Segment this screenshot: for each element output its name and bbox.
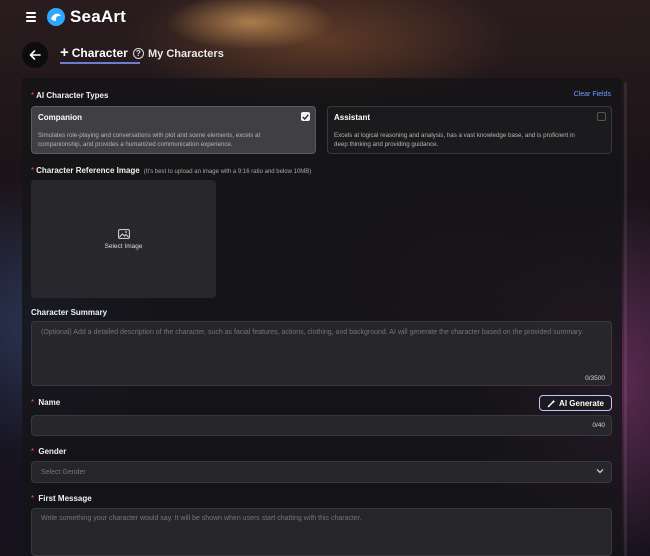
name-label: * Name	[31, 398, 61, 407]
tab-my-characters[interactable]: My Characters	[148, 48, 224, 60]
logo[interactable]: SeaArt	[46, 7, 126, 27]
select-image-label: Select Image	[104, 242, 143, 250]
type-option-companion[interactable]: Companion Simulates role-playing and con…	[31, 106, 316, 154]
image-icon	[117, 228, 130, 239]
app-name: SeaArt	[70, 7, 127, 26]
gender-placeholder: Select Gender	[41, 469, 86, 476]
summary-counter: 0/3500	[585, 375, 605, 382]
required-mark: *	[31, 166, 35, 175]
type-option-assistant[interactable]: Assistant Excels at logical reasoning an…	[327, 106, 612, 154]
ai-generate-button[interactable]: AI Generate	[539, 395, 612, 411]
check-icon[interactable]	[301, 112, 310, 121]
summary-placeholder: (Optional) Add a detailed description of…	[41, 329, 584, 336]
type-option-title: Assistant	[334, 113, 371, 122]
type-option-desc: Simulates role-playing and conversations…	[38, 132, 261, 148]
help-icon[interactable]: ?	[132, 47, 144, 59]
summary-textarea[interactable]: (Optional) Add a detailed description of…	[31, 321, 612, 386]
checkbox-empty[interactable]	[597, 112, 606, 121]
required-mark: *	[31, 494, 35, 503]
page-tabs: + Character ? My Characters	[22, 40, 242, 70]
required-mark: *	[31, 398, 35, 407]
menu-icon[interactable]	[26, 12, 36, 22]
seaart-logo-icon	[47, 8, 65, 26]
reference-label: * Character Reference Image (It's best to …	[31, 166, 312, 175]
name-input[interactable]: 0/40	[31, 415, 612, 436]
gender-select[interactable]: Select Gender	[31, 461, 612, 483]
ai-generate-label: AI Generate	[559, 398, 604, 408]
magic-wand-icon	[547, 399, 556, 407]
summary-label: Character Summary	[31, 308, 108, 317]
types-label: * AI Character Types	[31, 91, 109, 100]
tab-create-label: Character	[71, 46, 128, 60]
required-mark: *	[31, 91, 35, 100]
scrollbar[interactable]	[624, 82, 627, 556]
clear-fields-link[interactable]: Clear Fields	[574, 91, 611, 98]
first-message-label: * First Message	[31, 494, 92, 503]
tab-create-character[interactable]: + Character ?	[60, 44, 144, 61]
select-image-button[interactable]: Select Image	[31, 180, 216, 298]
type-option-title: Companion	[38, 113, 82, 122]
required-mark: *	[31, 447, 35, 456]
plus-icon: +	[60, 44, 69, 61]
gender-label: * Gender	[31, 447, 67, 456]
top-bar: SeaArt	[0, 0, 650, 36]
back-arrow-icon	[29, 50, 41, 60]
chevron-down-icon	[596, 469, 604, 474]
name-counter: 0/40	[592, 422, 605, 429]
first-message-placeholder: Write something your character would say…	[41, 515, 362, 522]
reference-hint: (It's best to upload an image with a 9:1…	[143, 169, 312, 175]
back-button[interactable]	[22, 42, 48, 68]
active-tab-indicator	[60, 62, 140, 64]
first-message-textarea[interactable]: Write something your character would say…	[31, 508, 612, 556]
type-option-desc: Excels at logical reasoning and analysis…	[334, 132, 575, 148]
